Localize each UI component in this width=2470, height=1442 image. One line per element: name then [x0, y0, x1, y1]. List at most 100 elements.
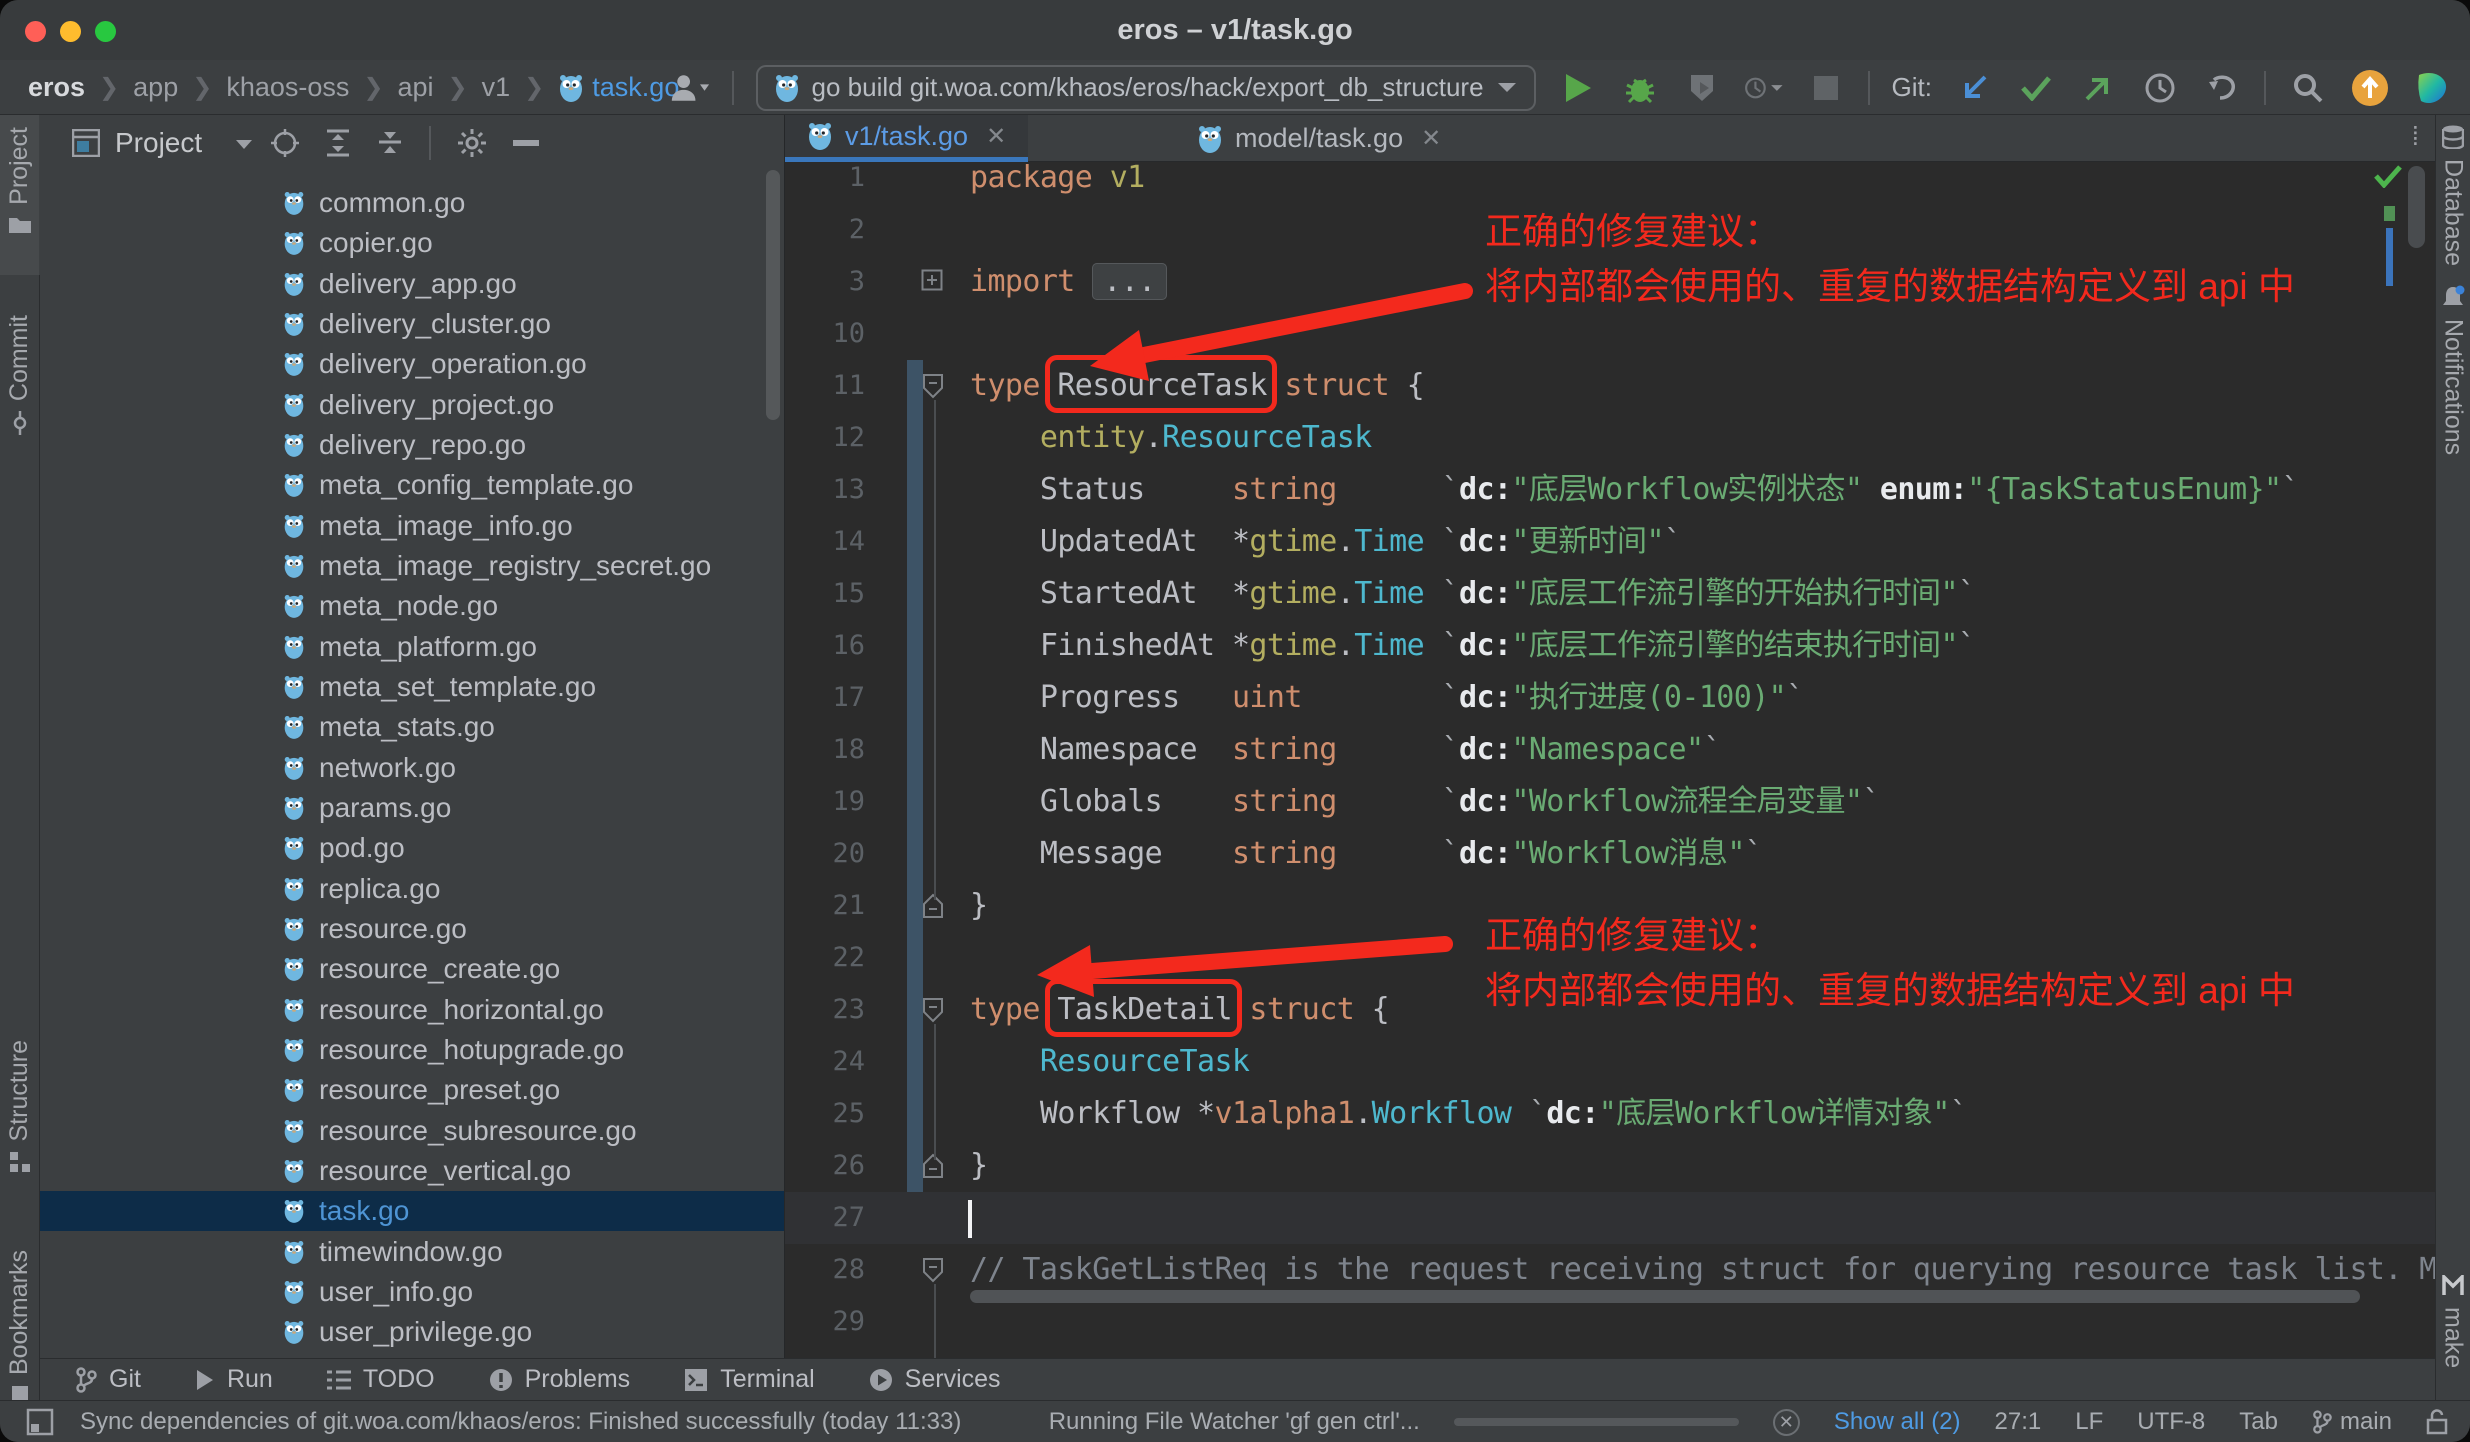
indent-style[interactable]: Tab — [2239, 1408, 2278, 1436]
code-line-11[interactable]: 11type ResourceTask struct { — [785, 360, 2435, 412]
close-tab-icon[interactable]: ✕ — [986, 122, 1006, 151]
tree-item-resource_subresource-go[interactable]: resource_subresource.go — [40, 1111, 784, 1151]
code-line-28[interactable]: 28// TaskGetListReq is the request recei… — [785, 1244, 2435, 1296]
fold-end-icon[interactable] — [921, 1153, 945, 1179]
code-line-13[interactable]: 13 Status string `dc:"底层Workflow实例状态" en… — [785, 464, 2435, 516]
tree-item-delivery_app-go[interactable]: delivery_app.go — [40, 264, 784, 304]
code-line-16[interactable]: 16 FinishedAt *gtime.Time `dc:"底层工作流引擎的结… — [785, 620, 2435, 672]
profiler-button[interactable] — [1682, 68, 1722, 108]
fold-start-icon[interactable] — [921, 1257, 945, 1283]
tree-item-meta_platform-go[interactable]: meta_platform.go — [40, 627, 784, 667]
sidebar-tab-project[interactable]: Project — [0, 127, 39, 235]
tree-item-common-go[interactable]: common.go — [40, 183, 784, 223]
tree-item-resource-go[interactable]: resource.go — [40, 909, 784, 949]
stop-button[interactable] — [1806, 68, 1846, 108]
code-line-15[interactable]: 15 StartedAt *gtime.Time `dc:"底层工作流引擎的开始… — [785, 568, 2435, 620]
code-line-18[interactable]: 18 Namespace string `dc:"Namespace"` — [785, 724, 2435, 776]
tree-item-meta_image_registry_secret-go[interactable]: meta_image_registry_secret.go — [40, 546, 784, 586]
layout-icon[interactable] — [26, 1408, 54, 1436]
breadcrumb-item[interactable]: app — [133, 72, 178, 103]
fold-start-icon[interactable] — [921, 373, 945, 399]
inspections-ok-icon[interactable] — [2373, 164, 2403, 188]
history-icon[interactable] — [2140, 68, 2180, 108]
status-message[interactable]: Sync dependencies of git.woa.com/khaos/e… — [80, 1408, 961, 1436]
expand-all-icon[interactable] — [325, 129, 351, 157]
code-line-19[interactable]: 19 Globals string `dc:"Workflow流程全局变量"` — [785, 776, 2435, 828]
code-line-1[interactable]: 1package v1 — [785, 162, 2435, 204]
tree-item-resource_vertical-go[interactable]: resource_vertical.go — [40, 1151, 784, 1191]
locate-file-icon[interactable] — [271, 129, 299, 157]
code-line-20[interactable]: 20 Message string `dc:"Workflow消息"` — [785, 828, 2435, 880]
editor-horizontal-scrollbar[interactable] — [970, 1290, 2360, 1303]
tab-options-icon[interactable]: ⁞ — [2412, 121, 2419, 152]
run-configuration-select[interactable]: go build git.woa.com/khaos/eros/hack/exp… — [756, 65, 1536, 111]
search-everywhere-icon[interactable] — [2288, 68, 2328, 108]
code-line-24[interactable]: 24 ResourceTask — [785, 1036, 2435, 1088]
toolwindow-git[interactable]: Git — [75, 1365, 141, 1394]
plugin-logo-icon[interactable] — [2412, 68, 2452, 108]
line-separator[interactable]: LF — [2075, 1408, 2103, 1436]
code-line-27[interactable]: 27 — [785, 1192, 2435, 1244]
git-branch-widget[interactable]: main — [2312, 1408, 2392, 1436]
editor-body[interactable]: 1package v123import ...1011type Resource… — [785, 162, 2435, 1358]
tree-item-resource_create-go[interactable]: resource_create.go — [40, 949, 784, 989]
tree-item-params-go[interactable]: params.go — [40, 788, 784, 828]
tree-item-task-go[interactable]: task.go — [40, 1191, 784, 1231]
collapse-all-icon[interactable] — [377, 129, 403, 157]
settings-gear-icon[interactable] — [457, 128, 487, 158]
tree-item-user_info-go[interactable]: user_info.go — [40, 1272, 784, 1312]
debug-button[interactable] — [1620, 68, 1660, 108]
fold-expand-icon[interactable] — [921, 269, 943, 291]
code-line-25[interactable]: 25 Workflow *v1alpha1.Workflow `dc:"底层Wo… — [785, 1088, 2435, 1140]
git-commit-icon[interactable] — [2016, 68, 2056, 108]
toolwindow-run[interactable]: Run — [195, 1365, 273, 1394]
tree-item-delivery_project-go[interactable]: delivery_project.go — [40, 385, 784, 425]
tree-item-resource_hotupgrade-go[interactable]: resource_hotupgrade.go — [40, 1030, 784, 1070]
git-update-icon[interactable] — [1954, 68, 1994, 108]
breadcrumb-item[interactable]: v1 — [482, 72, 511, 103]
toolwindow-services[interactable]: Services — [869, 1365, 1001, 1394]
project-scrollbar[interactable] — [766, 170, 780, 420]
project-panel-title[interactable]: Project — [115, 115, 202, 170]
lock-icon[interactable] — [2426, 1409, 2448, 1435]
code-line-12[interactable]: 12 entity.ResourceTask — [785, 412, 2435, 464]
code-line-26[interactable]: 26} — [785, 1140, 2435, 1192]
tree-item-meta_set_template-go[interactable]: meta_set_template.go — [40, 667, 784, 707]
code-line-17[interactable]: 17 Progress uint `dc:"执行进度(0-100)"` — [785, 672, 2435, 724]
file-encoding[interactable]: UTF-8 — [2137, 1408, 2205, 1436]
sidebar-tab-notifications[interactable]: Notifications — [2436, 285, 2470, 455]
editor-vertical-scrollbar[interactable] — [2408, 166, 2425, 248]
tree-item-resource_horizontal-go[interactable]: resource_horizontal.go — [40, 990, 784, 1030]
breadcrumb-item[interactable]: eros — [28, 72, 85, 103]
breadcrumb-item[interactable]: khaos-oss — [226, 72, 349, 103]
sidebar-tab-database[interactable]: Database — [2436, 125, 2470, 266]
tree-item-meta_image_info-go[interactable]: meta_image_info.go — [40, 506, 784, 546]
tree-item-meta_stats-go[interactable]: meta_stats.go — [40, 707, 784, 747]
tree-item-delivery_operation-go[interactable]: delivery_operation.go — [40, 344, 784, 384]
caret-position[interactable]: 27:1 — [1995, 1408, 2042, 1436]
tree-item-meta_config_template-go[interactable]: meta_config_template.go — [40, 465, 784, 505]
toolwindow-problems[interactable]: Problems — [489, 1365, 631, 1394]
update-available-icon[interactable] — [2350, 68, 2390, 108]
toolwindow-todo[interactable]: TODO — [327, 1365, 435, 1394]
tree-item-timewindow-go[interactable]: timewindow.go — [40, 1232, 784, 1272]
fold-end-icon[interactable] — [921, 893, 945, 919]
code-line-29[interactable]: 29 — [785, 1296, 2435, 1348]
sidebar-tab-commit[interactable]: Commit — [0, 315, 39, 435]
fold-start-icon[interactable] — [921, 997, 945, 1023]
tree-item-resource_preset-go[interactable]: resource_preset.go — [40, 1070, 784, 1110]
tree-item-copier-go[interactable]: copier.go — [40, 223, 784, 263]
run-with-coverage-button[interactable] — [1744, 68, 1784, 108]
toolwindow-terminal[interactable]: Terminal — [684, 1365, 814, 1394]
tree-item-replica-go[interactable]: replica.go — [40, 869, 784, 909]
tree-item-delivery_repo-go[interactable]: delivery_repo.go — [40, 425, 784, 465]
tab-v1-task-go[interactable]: v1/task.go ✕ — [785, 115, 1028, 162]
tree-item-network-go[interactable]: network.go — [40, 748, 784, 788]
sidebar-tab-make[interactable]: make — [2436, 1275, 2470, 1368]
tree-item-user_privilege-go[interactable]: user_privilege.go — [40, 1312, 784, 1352]
sidebar-tab-structure[interactable]: Structure — [0, 1040, 39, 1173]
rollback-icon[interactable] — [2202, 68, 2242, 108]
cancel-task-icon[interactable]: ✕ — [1773, 1409, 1800, 1436]
code-line-14[interactable]: 14 UpdatedAt *gtime.Time `dc:"更新时间"` — [785, 516, 2435, 568]
tree-item-meta_node-go[interactable]: meta_node.go — [40, 586, 784, 626]
